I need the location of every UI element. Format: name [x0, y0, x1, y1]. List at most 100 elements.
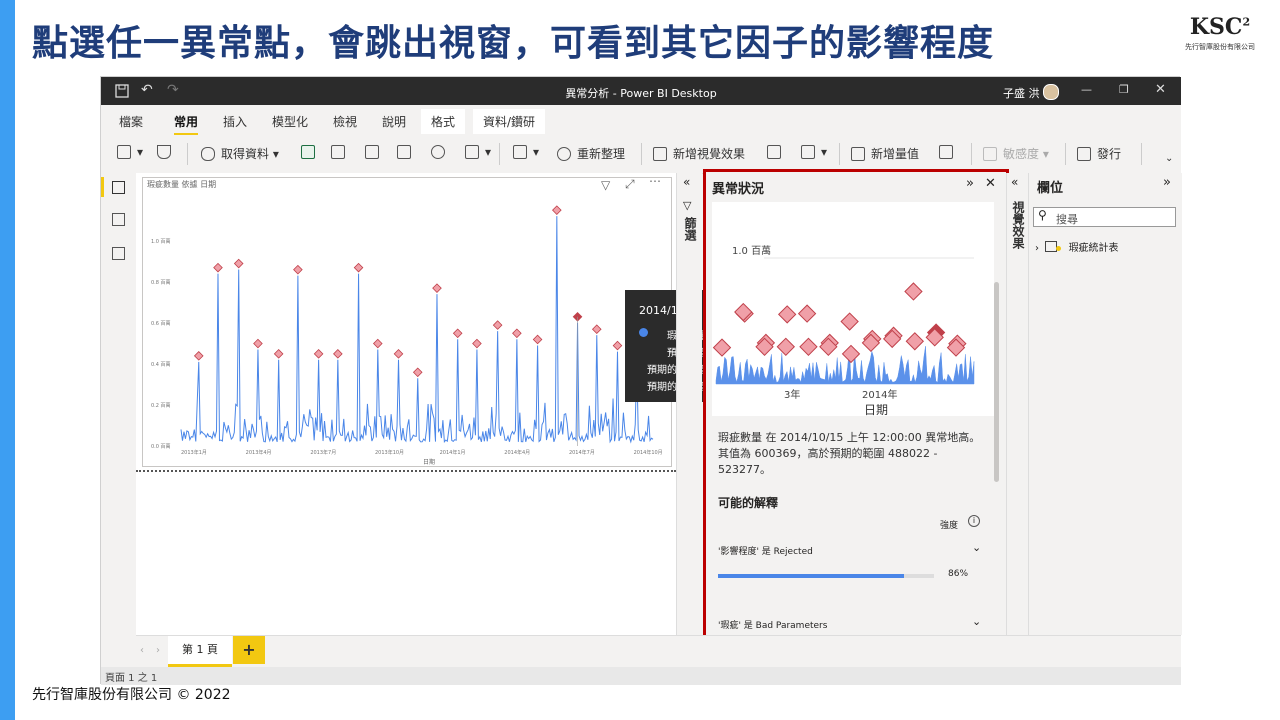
- search-icon: ⚲: [1038, 208, 1047, 222]
- anomaly-marker[interactable]: [393, 349, 404, 359]
- mini-x-label: 日期: [864, 403, 889, 417]
- report-view-icon[interactable]: [112, 181, 125, 194]
- anomaly-marker[interactable]: [372, 338, 383, 349]
- mini-anomaly-marker[interactable]: [777, 305, 797, 324]
- data-view-icon[interactable]: [112, 213, 125, 226]
- chevron-down-icon[interactable]: ⌄: [972, 615, 981, 628]
- x-tick-label: 2014年1月: [440, 449, 466, 456]
- anomaly-pane: 異常狀況 » ✕ 1.0 百萬 3年 2014年 日期 瑕疵數量 在 2014/…: [703, 169, 1009, 667]
- anomaly-marker[interactable]: [412, 367, 423, 378]
- x-axis-label: 日期: [423, 458, 435, 466]
- expand-filters-icon[interactable]: «: [683, 175, 690, 189]
- line-chart-visual[interactable]: 瑕疵數量 依據 日期 ▽ ⤢ ⋯ 1.0 百萬 0.8 百萬 0.6 百萬 0.4 百…: [142, 174, 673, 468]
- x-tick-label: 2013年4月: [246, 449, 272, 456]
- minimize-icon[interactable]: —: [1081, 83, 1092, 96]
- mini-anomaly-marker[interactable]: [904, 282, 923, 301]
- pane-scrollbar[interactable]: [994, 282, 999, 482]
- explanation-item[interactable]: '瑕疵' 是 Bad Parameters ⌄: [718, 615, 988, 636]
- mini-anomaly-marker[interactable]: [712, 338, 732, 357]
- anomaly-marker[interactable]: [193, 351, 204, 361]
- get-data-button[interactable]: 取得資料 ▾: [201, 145, 279, 162]
- anomaly-marker[interactable]: [452, 328, 463, 339]
- logo-sup: 2: [1242, 15, 1251, 29]
- explanation-item[interactable]: '影響程度' 是 Rejected ⌄: [718, 541, 988, 562]
- excel-icon: [301, 145, 315, 159]
- add-page-button[interactable]: +: [233, 636, 265, 664]
- quick-measure-button[interactable]: [939, 145, 959, 159]
- tab-format[interactable]: 格式: [421, 109, 466, 134]
- mini-anomaly-marker[interactable]: [799, 337, 818, 356]
- anomaly-marker[interactable]: [512, 328, 522, 339]
- user-name[interactable]: 子盛 洪: [1003, 85, 1040, 101]
- mini-anomaly-chart[interactable]: [712, 202, 994, 416]
- sql-button[interactable]: [331, 145, 351, 159]
- format-painter-button[interactable]: [157, 145, 177, 159]
- tab-view[interactable]: 檢視: [333, 113, 357, 130]
- anomaly-marker[interactable]: [432, 283, 442, 293]
- visualizations-pane-collapsed[interactable]: « 視覺效果: [1006, 173, 1029, 635]
- collapse-fields-icon[interactable]: »: [1163, 175, 1171, 190]
- mini-anomaly-marker[interactable]: [797, 304, 817, 323]
- tab-home[interactable]: 常用: [174, 113, 199, 135]
- anomaly-marker[interactable]: [492, 320, 503, 330]
- tab-file[interactable]: 檔案: [119, 113, 143, 130]
- paste-button[interactable]: ▾: [117, 145, 143, 159]
- anomaly-marker[interactable]: [353, 262, 364, 273]
- anomaly-marker[interactable]: [532, 334, 543, 345]
- anomaly-marker[interactable]: [552, 205, 562, 215]
- field-table-item[interactable]: › 瑕疵統計表: [1035, 239, 1119, 254]
- anomaly-line-chart[interactable]: 1.0 百萬 0.8 百萬 0.6 百萬 0.4 百萬 0.2 百萬 0.0 百萬 2013…: [143, 178, 673, 468]
- anomaly-marker[interactable]: [253, 338, 263, 349]
- new-visual-button[interactable]: 新增視覺效果: [653, 145, 745, 162]
- model-view-icon[interactable]: [112, 247, 125, 260]
- anomaly-marker[interactable]: [273, 349, 284, 359]
- restore-icon[interactable]: ❐: [1119, 83, 1129, 96]
- anomaly-marker[interactable]: [293, 264, 303, 275]
- anomaly-marker[interactable]: [612, 340, 623, 351]
- excel-button[interactable]: [301, 145, 321, 159]
- mini-anomaly-marker[interactable]: [905, 332, 925, 351]
- info-icon[interactable]: i: [968, 515, 980, 527]
- recent-sources-button[interactable]: ▾: [465, 145, 491, 159]
- mini-anomaly-marker[interactable]: [840, 312, 859, 331]
- fields-search-input[interactable]: ⚲ 搜尋: [1033, 207, 1176, 227]
- transform-data-button[interactable]: ▾: [513, 145, 539, 159]
- tab-data-drill[interactable]: 資料/鑽研: [473, 109, 546, 134]
- anomaly-marker[interactable]: [591, 324, 602, 335]
- page-tab-1[interactable]: 第 1 頁: [168, 636, 232, 667]
- anomaly-marker[interactable]: [472, 338, 482, 349]
- anomaly-marker[interactable]: [313, 349, 324, 359]
- mini-anomaly-marker[interactable]: [776, 337, 796, 356]
- close-icon[interactable]: ✕: [1155, 82, 1166, 97]
- refresh-button[interactable]: 重新整理: [557, 145, 625, 162]
- anomaly-marker[interactable]: [233, 258, 244, 269]
- x-tick-label: 2013年10月: [375, 449, 404, 456]
- more-visuals-button[interactable]: ▾: [801, 145, 827, 159]
- enter-data-button[interactable]: [397, 145, 417, 159]
- sensitivity-button[interactable]: 敏感度 ▾: [983, 145, 1049, 162]
- filters-pane-collapsed[interactable]: « ▽ 篩選: [676, 173, 702, 635]
- dataset-button[interactable]: [365, 145, 385, 159]
- avatar[interactable]: [1043, 84, 1059, 100]
- x-tick-label: 2014年4月: [504, 449, 530, 456]
- expand-visualizations-icon[interactable]: «: [1011, 175, 1018, 189]
- anomaly-pane-title: 異常狀況: [712, 182, 765, 197]
- ribbon-collapse-icon[interactable]: ⌄: [1165, 153, 1173, 164]
- close-pane-icon[interactable]: ✕: [985, 176, 996, 191]
- publish-button[interactable]: 發行: [1077, 145, 1121, 162]
- next-page-icon[interactable]: ›: [156, 645, 160, 656]
- new-measure-button[interactable]: 新增量值: [851, 145, 919, 162]
- tab-insert[interactable]: 插入: [223, 113, 247, 130]
- tab-help[interactable]: 說明: [382, 113, 406, 130]
- series-line[interactable]: [180, 216, 654, 444]
- ribbon-tabs: 檔案 常用 插入 模型化 檢視 說明 格式 資料/鑽研: [101, 105, 1181, 135]
- mini-anomaly-marker[interactable]: [841, 344, 861, 364]
- text-box-button[interactable]: [767, 145, 787, 159]
- expand-pane-icon[interactable]: »: [966, 176, 974, 191]
- chevron-down-icon[interactable]: ⌄: [972, 541, 981, 554]
- tab-modeling[interactable]: 模型化: [272, 113, 308, 130]
- anomaly-marker[interactable]: [333, 349, 343, 359]
- anomaly-marker[interactable]: [213, 262, 223, 273]
- prev-page-icon[interactable]: ‹: [140, 645, 144, 656]
- dataverse-button[interactable]: [431, 145, 451, 159]
